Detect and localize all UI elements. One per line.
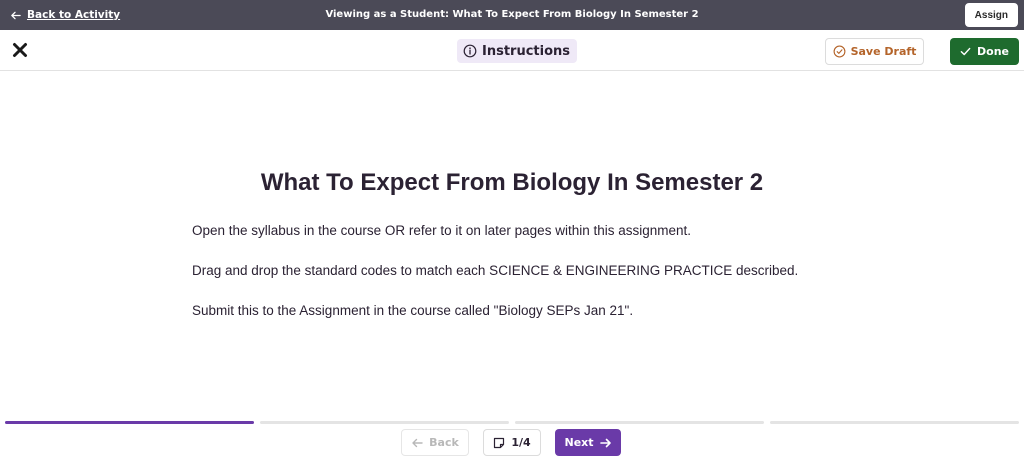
progress-segment [260,421,509,424]
back-to-activity-link[interactable]: Back to Activity [10,0,120,30]
activity-toolbar: Instructions Save Draft Done [0,30,1024,71]
note-icon [494,437,505,448]
close-icon [13,43,27,57]
instructions-button[interactable]: Instructions [457,39,578,63]
page-counter-button[interactable]: 1/4 [483,429,541,456]
page-counter-label: 1/4 [511,436,531,449]
save-draft-button[interactable]: Save Draft [825,38,924,65]
page-navigation: Back 1/4 Next [0,425,1024,460]
arrow-right-icon [599,438,611,447]
instruction-paragraph: Submit this to the Assignment in the cou… [192,303,634,318]
done-label: Done [977,45,1009,58]
page-progress-bar [5,421,1019,424]
progress-segment-current [5,421,254,424]
next-button[interactable]: Next [555,429,621,456]
back-label: Back [429,436,459,449]
progress-segment [515,421,764,424]
instructions-label: Instructions [482,43,571,59]
instruction-paragraph: Open the syllabus in the course OR refer… [192,223,692,238]
check-circle-icon [833,45,846,58]
instructions-content: What To Expect From Biology In Semester … [0,71,1024,421]
done-button[interactable]: Done [950,38,1019,65]
viewing-as-student-title: Viewing as a Student: What To Expect Fro… [325,9,699,20]
top-bar: Back to Activity Viewing as a Student: W… [0,0,1024,30]
assign-button[interactable]: Assign [964,3,1018,27]
arrow-left-icon [11,11,21,19]
progress-segment [770,421,1019,424]
save-draft-label: Save Draft [850,45,917,58]
back-to-activity-label: Back to Activity [27,9,121,21]
arrow-left-icon [412,438,423,447]
checkmark-icon [960,47,971,56]
instruction-paragraph: Drag and drop the standard codes to matc… [192,263,799,278]
next-label: Next [564,436,594,449]
back-button[interactable]: Back [401,429,469,456]
page-title: What To Expect From Biology In Semester … [260,169,764,196]
info-icon [463,44,477,58]
close-button[interactable] [9,39,31,61]
